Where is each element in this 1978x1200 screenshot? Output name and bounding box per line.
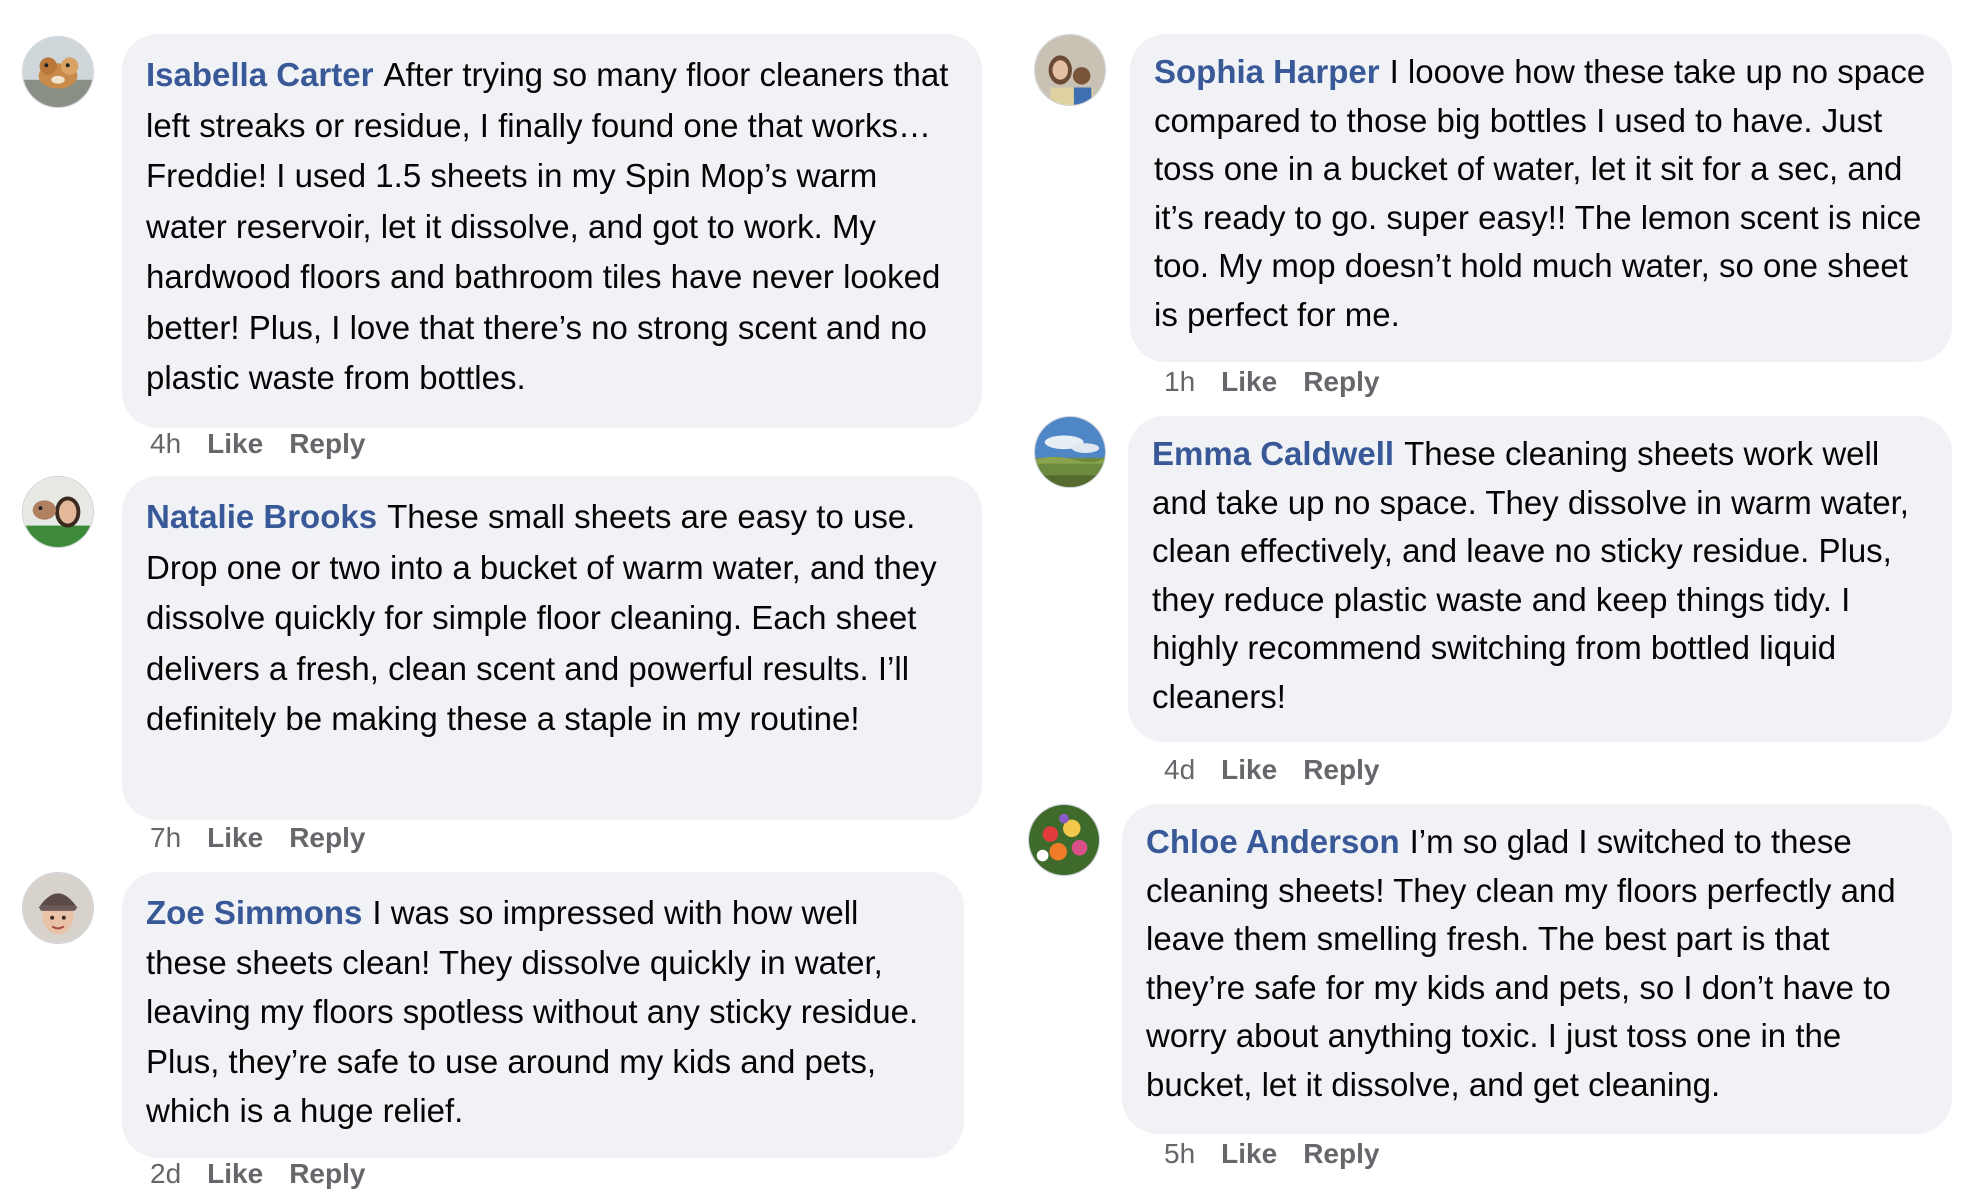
timestamp[interactable]: 1h: [1164, 366, 1195, 398]
woman-beanie-avatar[interactable]: [22, 872, 94, 944]
landscape-avatar[interactable]: [1034, 416, 1106, 488]
like-button[interactable]: Like: [207, 428, 263, 460]
comment-actions: 2d Like Reply: [150, 1158, 365, 1190]
reply-button[interactable]: Reply: [1303, 754, 1379, 786]
comment-actions: 5h Like Reply: [1164, 1138, 1379, 1170]
comment-actions: 7h Like Reply: [150, 822, 365, 854]
like-button[interactable]: Like: [207, 822, 263, 854]
timestamp[interactable]: 7h: [150, 822, 181, 854]
comment-actions: 4d Like Reply: [1164, 754, 1379, 786]
comment-text: These cleaning sheets work well and take…: [1152, 435, 1909, 715]
comment-bubble: Natalie Brooks These small sheets are eas…: [122, 476, 982, 820]
comment-text: I’m so glad I switched to these cleaning…: [1146, 823, 1896, 1103]
timestamp[interactable]: 5h: [1164, 1138, 1195, 1170]
comment-bubble: Emma Caldwell These cleaning sheets work …: [1128, 416, 1952, 742]
comment-bubble: Chloe Anderson I’m so glad I switched to …: [1122, 804, 1952, 1134]
reply-button[interactable]: Reply: [289, 1158, 365, 1190]
family-photo-avatar[interactable]: [1034, 34, 1106, 106]
dog-photo-avatar[interactable]: [22, 36, 94, 108]
flowers-avatar[interactable]: [1028, 804, 1100, 876]
comment-actions: 1h Like Reply: [1164, 366, 1379, 398]
like-button[interactable]: Like: [1221, 366, 1277, 398]
commenter-name[interactable]: Natalie Brooks: [146, 498, 377, 535]
comment-bubble: Sophia Harper I looove how these take up …: [1130, 34, 1952, 362]
reply-button[interactable]: Reply: [1303, 366, 1379, 398]
commenter-name[interactable]: Zoe Simmons: [146, 894, 362, 931]
like-button[interactable]: Like: [1221, 1138, 1277, 1170]
like-button[interactable]: Like: [1221, 754, 1277, 786]
comment-bubble: Isabella Carter After trying so many floo…: [122, 34, 982, 428]
reply-button[interactable]: Reply: [289, 822, 365, 854]
timestamp[interactable]: 4d: [1164, 754, 1195, 786]
timestamp[interactable]: 4h: [150, 428, 181, 460]
commenter-name[interactable]: Sophia Harper: [1154, 53, 1380, 90]
commenter-name[interactable]: Chloe Anderson: [1146, 823, 1400, 860]
comment-text: After trying so many floor cleaners that…: [146, 56, 949, 396]
timestamp[interactable]: 2d: [150, 1158, 181, 1190]
woman-with-dog-avatar[interactable]: [22, 476, 94, 548]
commenter-name[interactable]: Emma Caldwell: [1152, 435, 1394, 472]
reply-button[interactable]: Reply: [289, 428, 365, 460]
comment-bubble: Zoe Simmons I was so impressed with how w…: [122, 872, 964, 1158]
comment-text: I looove how these take up no space comp…: [1154, 53, 1926, 333]
comment-actions: 4h Like Reply: [150, 428, 365, 460]
like-button[interactable]: Like: [207, 1158, 263, 1190]
commenter-name[interactable]: Isabella Carter: [146, 56, 373, 93]
reply-button[interactable]: Reply: [1303, 1138, 1379, 1170]
